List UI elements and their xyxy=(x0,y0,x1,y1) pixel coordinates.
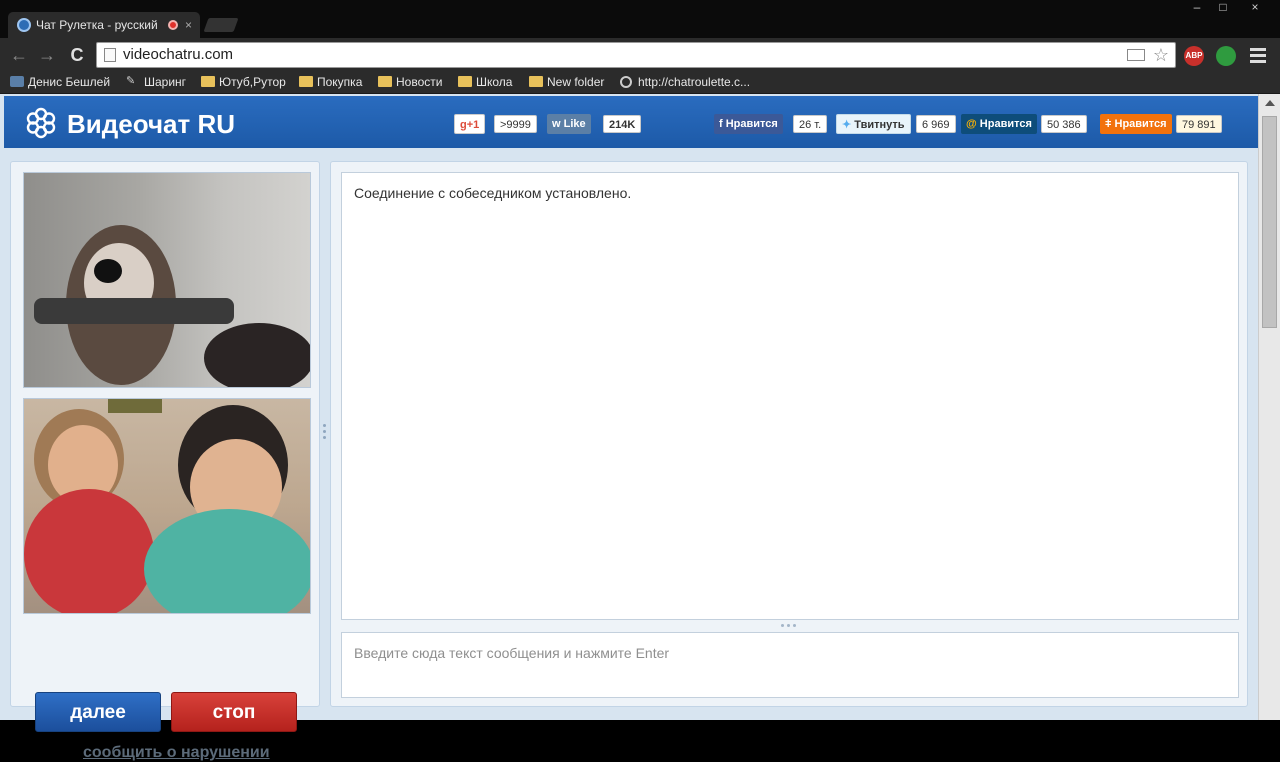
mailru-like-label: Нравится xyxy=(979,118,1032,130)
bookmark-item[interactable]: Ютуб,Рутор xyxy=(201,72,286,94)
tab-title: Чат Рулетка - русский xyxy=(36,18,158,32)
folder-icon xyxy=(529,76,543,87)
facebook-like-label: Нравится xyxy=(725,118,778,130)
tab-close-icon[interactable]: × xyxy=(185,12,192,38)
maximize-button[interactable]: □ xyxy=(1210,0,1236,16)
bookmark-label: Ютуб,Рутор xyxy=(219,75,286,89)
chat-resize-handle[interactable] xyxy=(781,624,799,627)
browser-titlebar: Чат Рулетка - русский × ‒ □ × xyxy=(0,0,1280,38)
next-button[interactable]: далее xyxy=(35,692,161,732)
ok-like-button[interactable]: ǂ Нравится xyxy=(1100,114,1172,134)
bookmark-label: Шаринг xyxy=(144,75,187,89)
vk-icon: ᴡ xyxy=(552,118,564,130)
window-close-button[interactable]: × xyxy=(1238,0,1272,16)
bookmark-item[interactable]: Денис Бешлей xyxy=(10,72,110,94)
odnoklassniki-icon: ǂ xyxy=(1105,118,1115,130)
mailru-count: 50 386 xyxy=(1041,115,1087,133)
forward-arrow-icon[interactable]: → xyxy=(36,44,58,66)
bookmark-label: Покупка xyxy=(317,75,363,89)
bookmarks-bar: Денис Бешлей ✎ Шаринг Ютуб,Рутор Покупка… xyxy=(0,72,1280,94)
bookmark-item[interactable]: Школа xyxy=(458,72,512,94)
ok-count: 79 891 xyxy=(1176,115,1222,133)
chat-system-message: Соединение с собеседником установлено. xyxy=(354,185,632,201)
folder-icon xyxy=(201,76,215,87)
star-icon[interactable]: ☆ xyxy=(1153,43,1169,67)
folder-icon xyxy=(378,76,392,87)
panel-splitter-handle[interactable] xyxy=(323,424,327,442)
minimize-button[interactable]: ‒ xyxy=(1184,0,1210,16)
back-arrow-icon[interactable]: ← xyxy=(8,44,30,66)
logo-icon xyxy=(26,107,56,139)
message-input[interactable] xyxy=(341,632,1239,698)
pen-icon: ✎ xyxy=(126,75,136,87)
address-bar[interactable]: videochatru.com ☆ xyxy=(96,42,1176,68)
bookmark-label: New folder xyxy=(547,75,605,89)
site-header: Видеочат RU g+1 >9999 ᴡ Like 214K f Нрав… xyxy=(4,96,1258,148)
vk-like-label: Like xyxy=(563,118,586,130)
mailru-like-button[interactable]: @ Нравится xyxy=(961,114,1037,134)
chat-log: Соединение с собеседником установлено. xyxy=(341,172,1239,620)
folder-icon xyxy=(458,76,472,87)
page-scrollbar[interactable] xyxy=(1258,94,1280,720)
camera-icon[interactable] xyxy=(1127,49,1145,61)
bookmark-label: Денис Бешлей xyxy=(28,75,111,89)
site-favicon-icon xyxy=(17,18,31,32)
twitter-icon: ✦ xyxy=(842,119,855,131)
mailru-icon: @ xyxy=(966,118,980,130)
scrollbar-thumb[interactable] xyxy=(1262,116,1277,328)
bookmark-item[interactable]: Покупка xyxy=(299,72,362,94)
site-logo-text[interactable]: Видеочат RU xyxy=(67,108,235,140)
adblock-icon[interactable]: ABP xyxy=(1184,46,1204,66)
facebook-icon: f xyxy=(719,118,726,130)
bookmark-label: Новости xyxy=(396,75,443,89)
own-video xyxy=(23,398,311,614)
gplus-count: >9999 xyxy=(494,115,537,133)
bookmark-label: Школа xyxy=(476,75,513,89)
vk-count: 214K xyxy=(603,115,642,133)
bookmark-item[interactable]: New folder xyxy=(529,72,604,94)
bookmark-item[interactable]: Новости xyxy=(378,72,442,94)
recording-icon xyxy=(168,20,178,30)
browser-toolbar: ← → C videochatru.com ☆ ABP xyxy=(0,38,1280,72)
scroll-up-arrow-icon[interactable] xyxy=(1265,100,1275,106)
folder-icon xyxy=(299,76,313,87)
stop-button[interactable]: стоп xyxy=(171,692,297,732)
globe-icon xyxy=(620,76,632,88)
ok-like-label: Нравится xyxy=(1114,118,1167,130)
bookmark-item[interactable]: ✎ Шаринг xyxy=(126,72,186,94)
twitter-count: 6 969 xyxy=(916,115,956,133)
menu-icon[interactable] xyxy=(1250,45,1266,65)
video-panel: далее стоп сообщить о нарушении xyxy=(10,161,320,761)
page-viewport: Видеочат RU g+1 >9999 ᴡ Like 214K f Нрав… xyxy=(0,94,1258,761)
browser-tab[interactable]: Чат Рулетка - русский × xyxy=(8,12,200,38)
vk-like-button[interactable]: ᴡ Like xyxy=(547,114,591,134)
new-tab-button[interactable] xyxy=(203,18,239,32)
bookmark-item[interactable]: http://chatroulette.c... xyxy=(620,72,750,94)
report-violation-link[interactable]: сообщить о нарушении xyxy=(83,744,270,762)
url-text: videochatru.com xyxy=(123,46,234,63)
tweet-button[interactable]: ✦ Твитнуть xyxy=(836,114,911,134)
facebook-count: 26 т. xyxy=(793,115,828,133)
gplus-button[interactable]: g+1 xyxy=(454,114,486,134)
extension-icon[interactable] xyxy=(1216,46,1236,66)
bookmark-label: http://chatroulette.c... xyxy=(638,75,751,89)
page-icon xyxy=(104,48,116,62)
vk-icon xyxy=(10,76,24,87)
reload-icon[interactable]: C xyxy=(66,44,88,66)
chat-panel: Соединение с собеседником установлено. xyxy=(330,161,1248,707)
facebook-like-button[interactable]: f Нравится xyxy=(714,114,783,134)
partner-video xyxy=(23,172,311,388)
tweet-label: Твитнуть xyxy=(854,119,905,131)
